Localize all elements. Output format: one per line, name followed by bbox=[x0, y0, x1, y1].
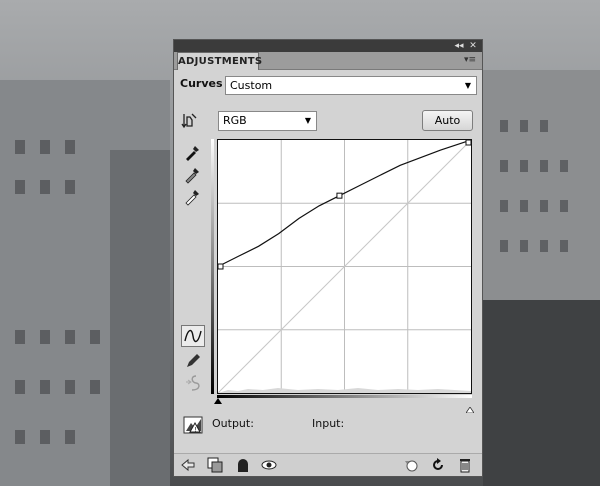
clip-to-layer-icon[interactable] bbox=[207, 457, 223, 473]
black-input-slider[interactable] bbox=[214, 398, 222, 404]
reset-icon[interactable] bbox=[430, 457, 446, 473]
tab-bar: ADJUSTMENTS ▾≡ bbox=[174, 52, 482, 70]
reset-previous-icon[interactable] bbox=[403, 457, 419, 473]
curve-control-point[interactable] bbox=[217, 263, 224, 270]
svg-text:!: ! bbox=[194, 427, 196, 434]
chevron-down-icon: ▼ bbox=[304, 116, 311, 125]
preset-label: Curves bbox=[180, 77, 223, 90]
curves-svg bbox=[217, 139, 472, 394]
input-label: Input: bbox=[312, 417, 345, 430]
black-point-eyedropper-icon[interactable] bbox=[183, 142, 203, 162]
preset-select[interactable]: Custom ▼ bbox=[225, 76, 477, 95]
output-gradient-bar bbox=[211, 139, 214, 394]
curve-control-point[interactable] bbox=[465, 139, 472, 146]
smooth-icon[interactable] bbox=[183, 373, 203, 393]
close-icon[interactable]: ✕ bbox=[466, 40, 480, 52]
output-label: Output: bbox=[212, 417, 254, 430]
channel-select[interactable]: RGB ▼ bbox=[218, 111, 317, 131]
trash-icon[interactable] bbox=[457, 457, 473, 473]
curves-graph[interactable] bbox=[217, 139, 472, 394]
curve-control-point[interactable] bbox=[336, 192, 343, 199]
visibility-eye-icon[interactable] bbox=[261, 457, 277, 473]
preset-value: Custom bbox=[230, 79, 273, 92]
panel-menu-icon[interactable]: ▾≡ bbox=[464, 55, 476, 65]
clipping-warning-icon[interactable]: ! bbox=[183, 415, 205, 435]
building-left-tower bbox=[110, 150, 170, 486]
white-input-slider[interactable] bbox=[465, 398, 475, 414]
tab-adjustments[interactable]: ADJUSTMENTS bbox=[177, 52, 262, 70]
on-image-adjust-icon[interactable] bbox=[180, 111, 200, 131]
collapse-icon[interactable]: ◂◂ bbox=[452, 40, 466, 52]
channel-value: RGB bbox=[223, 114, 247, 127]
auto-button[interactable]: Auto bbox=[422, 110, 473, 131]
panel-footer bbox=[174, 453, 482, 476]
panel-titlebar: ◂◂ ✕ bbox=[174, 40, 482, 52]
input-gradient-bar bbox=[217, 395, 472, 398]
gray-point-eyedropper-icon[interactable] bbox=[183, 164, 203, 184]
white-point-eyedropper-icon[interactable] bbox=[183, 186, 203, 206]
mask-icon[interactable] bbox=[235, 457, 251, 473]
building-right-base bbox=[483, 300, 600, 486]
chevron-down-icon: ▼ bbox=[464, 81, 471, 90]
pencil-icon[interactable] bbox=[183, 351, 203, 371]
back-arrow-icon[interactable] bbox=[180, 457, 196, 473]
curve-points-icon[interactable] bbox=[181, 325, 205, 347]
